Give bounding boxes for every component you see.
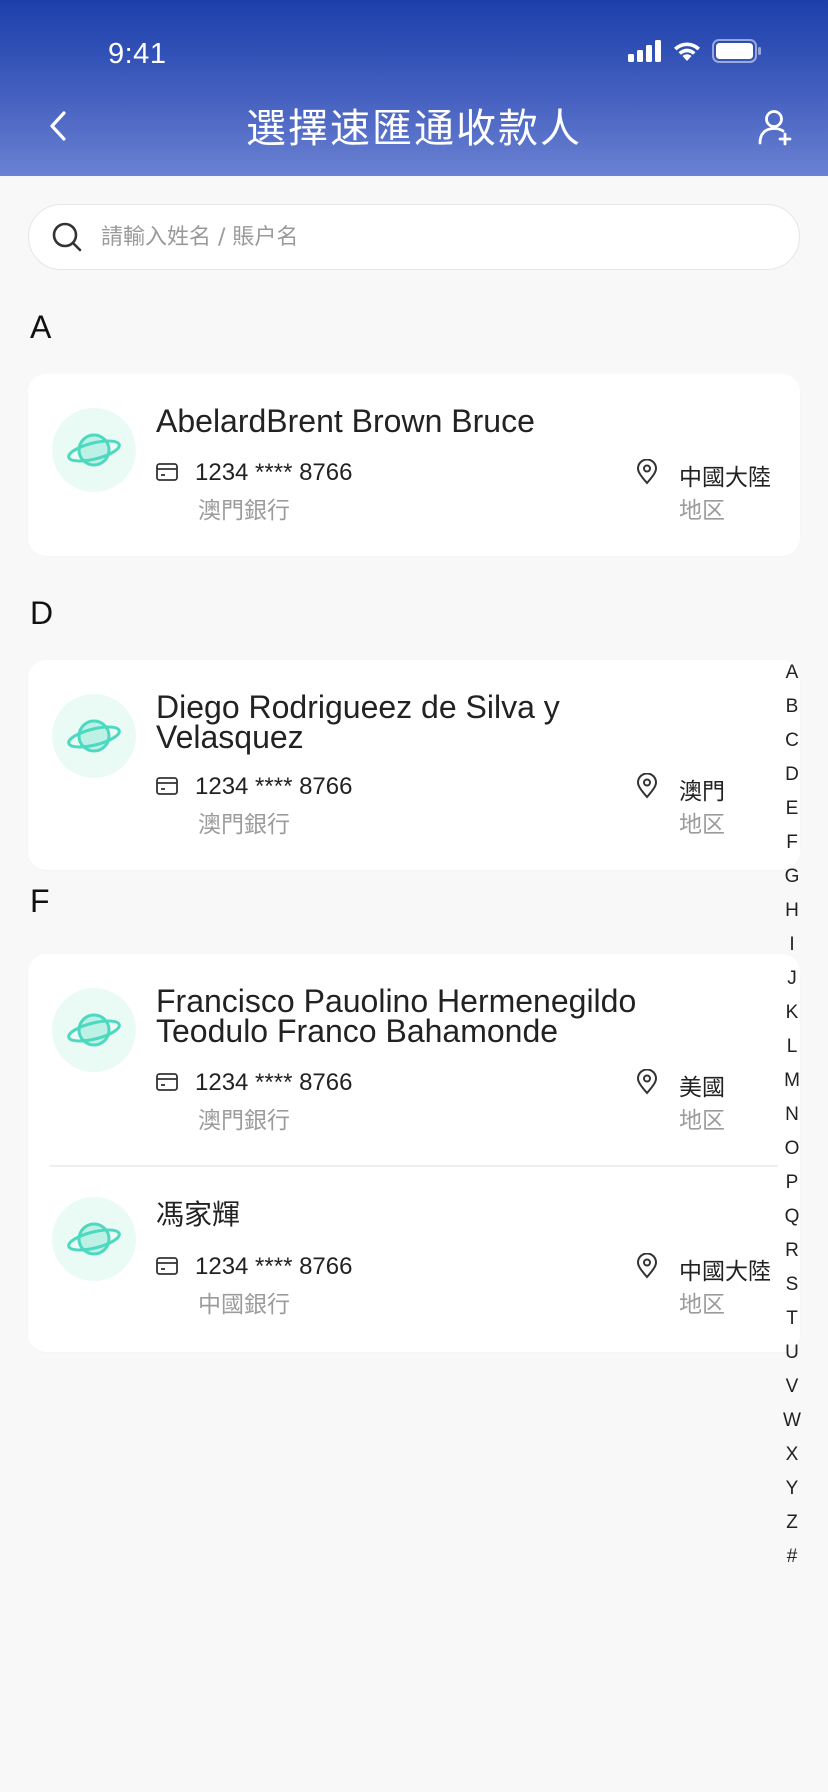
search-input[interactable] bbox=[101, 224, 741, 250]
index-letter-s[interactable]: S bbox=[772, 1268, 812, 1302]
payee-row[interactable]: Diego Rodrigueez de Silva y Velasquez 12… bbox=[28, 660, 800, 870]
add-payee-button[interactable] bbox=[744, 96, 806, 158]
section-header-f: F bbox=[30, 883, 50, 919]
index-letter-a[interactable]: A bbox=[772, 656, 812, 690]
index-letter-h[interactable]: H bbox=[772, 894, 812, 928]
card-icon bbox=[156, 1257, 178, 1275]
index-letter-j[interactable]: J bbox=[772, 962, 812, 996]
account-number: 1234 **** 8766 bbox=[195, 459, 353, 486]
avatar bbox=[52, 694, 136, 778]
bank-name: 中國銀行 bbox=[198, 1292, 290, 1318]
location-pin-icon bbox=[636, 459, 658, 485]
location-pin-icon bbox=[636, 1253, 658, 1279]
index-letter-d[interactable]: D bbox=[772, 758, 812, 792]
index-letter-i[interactable]: I bbox=[772, 928, 812, 962]
region-value: 中國大陸 bbox=[679, 465, 771, 491]
location-pin-icon bbox=[636, 1069, 658, 1095]
region-label: 地区 bbox=[679, 498, 725, 524]
region-value: 美國 bbox=[679, 1075, 725, 1101]
index-letter-u[interactable]: U bbox=[772, 1336, 812, 1370]
index-letter-m[interactable]: M bbox=[772, 1064, 812, 1098]
index-letter-w[interactable]: W bbox=[772, 1404, 812, 1438]
index-letter-hash[interactable]: # bbox=[772, 1540, 812, 1574]
page-title: 選擇速匯通收款人 bbox=[246, 106, 582, 152]
region-value: 澳門 bbox=[679, 779, 725, 805]
index-letter-n[interactable]: N bbox=[772, 1098, 812, 1132]
payee-name: AbelardBrent Brown Bruce bbox=[156, 403, 535, 439]
region-label: 地区 bbox=[679, 1108, 725, 1134]
header: 9:41 選擇速匯通收款人 bbox=[0, 0, 828, 176]
index-letter-v[interactable]: V bbox=[772, 1370, 812, 1404]
index-letter-k[interactable]: K bbox=[772, 996, 812, 1030]
bank-name: 澳門銀行 bbox=[198, 1108, 290, 1134]
index-letter-f[interactable]: F bbox=[772, 826, 812, 860]
card-icon bbox=[156, 463, 178, 481]
index-letter-b[interactable]: B bbox=[772, 690, 812, 724]
alphabet-index[interactable]: A B C D E F G H I J K L M N O P Q R S T U V W X Y Z # bbox=[772, 656, 812, 1574]
index-letter-e[interactable]: E bbox=[772, 792, 812, 826]
bank-name: 澳門銀行 bbox=[198, 812, 290, 838]
index-letter-g[interactable]: G bbox=[772, 860, 812, 894]
index-letter-o[interactable]: O bbox=[772, 1132, 812, 1166]
add-user-icon bbox=[758, 110, 792, 146]
index-letter-y[interactable]: Y bbox=[772, 1472, 812, 1506]
account-number: 1234 **** 8766 bbox=[195, 773, 353, 800]
status-icons bbox=[628, 38, 762, 64]
payee-name: 馮家輝 bbox=[156, 1198, 241, 1231]
avatar bbox=[52, 988, 136, 1072]
index-letter-c[interactable]: C bbox=[772, 724, 812, 758]
status-time: 9:41 bbox=[108, 38, 167, 70]
account-number: 1234 **** 8766 bbox=[195, 1069, 353, 1096]
index-letter-x[interactable]: X bbox=[772, 1438, 812, 1472]
payee-name: Diego Rodrigueez de Silva y Velasquez bbox=[156, 689, 560, 755]
section-header-a: A bbox=[30, 309, 52, 345]
index-letter-p[interactable]: P bbox=[772, 1166, 812, 1200]
bank-name: 澳門銀行 bbox=[198, 498, 290, 524]
payee-row[interactable]: Francisco Pauolino Hermenegildo Teodulo … bbox=[28, 954, 800, 1166]
search-bar[interactable] bbox=[28, 204, 800, 270]
index-letter-t[interactable]: T bbox=[772, 1302, 812, 1336]
region-label: 地区 bbox=[679, 812, 725, 838]
planet-icon bbox=[67, 1222, 121, 1256]
planet-icon bbox=[67, 433, 121, 467]
region-label: 地区 bbox=[679, 1292, 725, 1318]
account-number: 1234 **** 8766 bbox=[195, 1253, 353, 1280]
payee-name: Francisco Pauolino Hermenegildo Teodulo … bbox=[156, 983, 637, 1049]
section-header-d: D bbox=[30, 595, 54, 631]
wifi-icon bbox=[674, 42, 700, 61]
index-letter-l[interactable]: L bbox=[772, 1030, 812, 1064]
signal-icon bbox=[628, 40, 661, 62]
planet-icon bbox=[67, 719, 121, 753]
card-icon bbox=[156, 1073, 178, 1091]
location-pin-icon bbox=[636, 773, 658, 799]
avatar bbox=[52, 408, 136, 492]
card-icon bbox=[156, 777, 178, 795]
planet-icon bbox=[67, 1013, 121, 1047]
payee-card: AbelardBrent Brown Bruce 1234 **** 8766 … bbox=[28, 374, 800, 556]
region-value: 中國大陸 bbox=[679, 1259, 771, 1285]
index-letter-r[interactable]: R bbox=[772, 1234, 812, 1268]
payee-card: Francisco Pauolino Hermenegildo Teodulo … bbox=[28, 954, 800, 1352]
search-icon bbox=[52, 222, 82, 252]
battery-icon bbox=[712, 39, 761, 63]
payee-row[interactable]: AbelardBrent Brown Bruce 1234 **** 8766 … bbox=[28, 374, 800, 556]
avatar bbox=[52, 1197, 136, 1281]
payee-card: Diego Rodrigueez de Silva y Velasquez 12… bbox=[28, 660, 800, 870]
payee-row[interactable]: 馮家輝 1234 **** 8766 中國銀行 中國大陸 地区 bbox=[28, 1167, 800, 1352]
index-letter-q[interactable]: Q bbox=[772, 1200, 812, 1234]
index-letter-z[interactable]: Z bbox=[772, 1506, 812, 1540]
